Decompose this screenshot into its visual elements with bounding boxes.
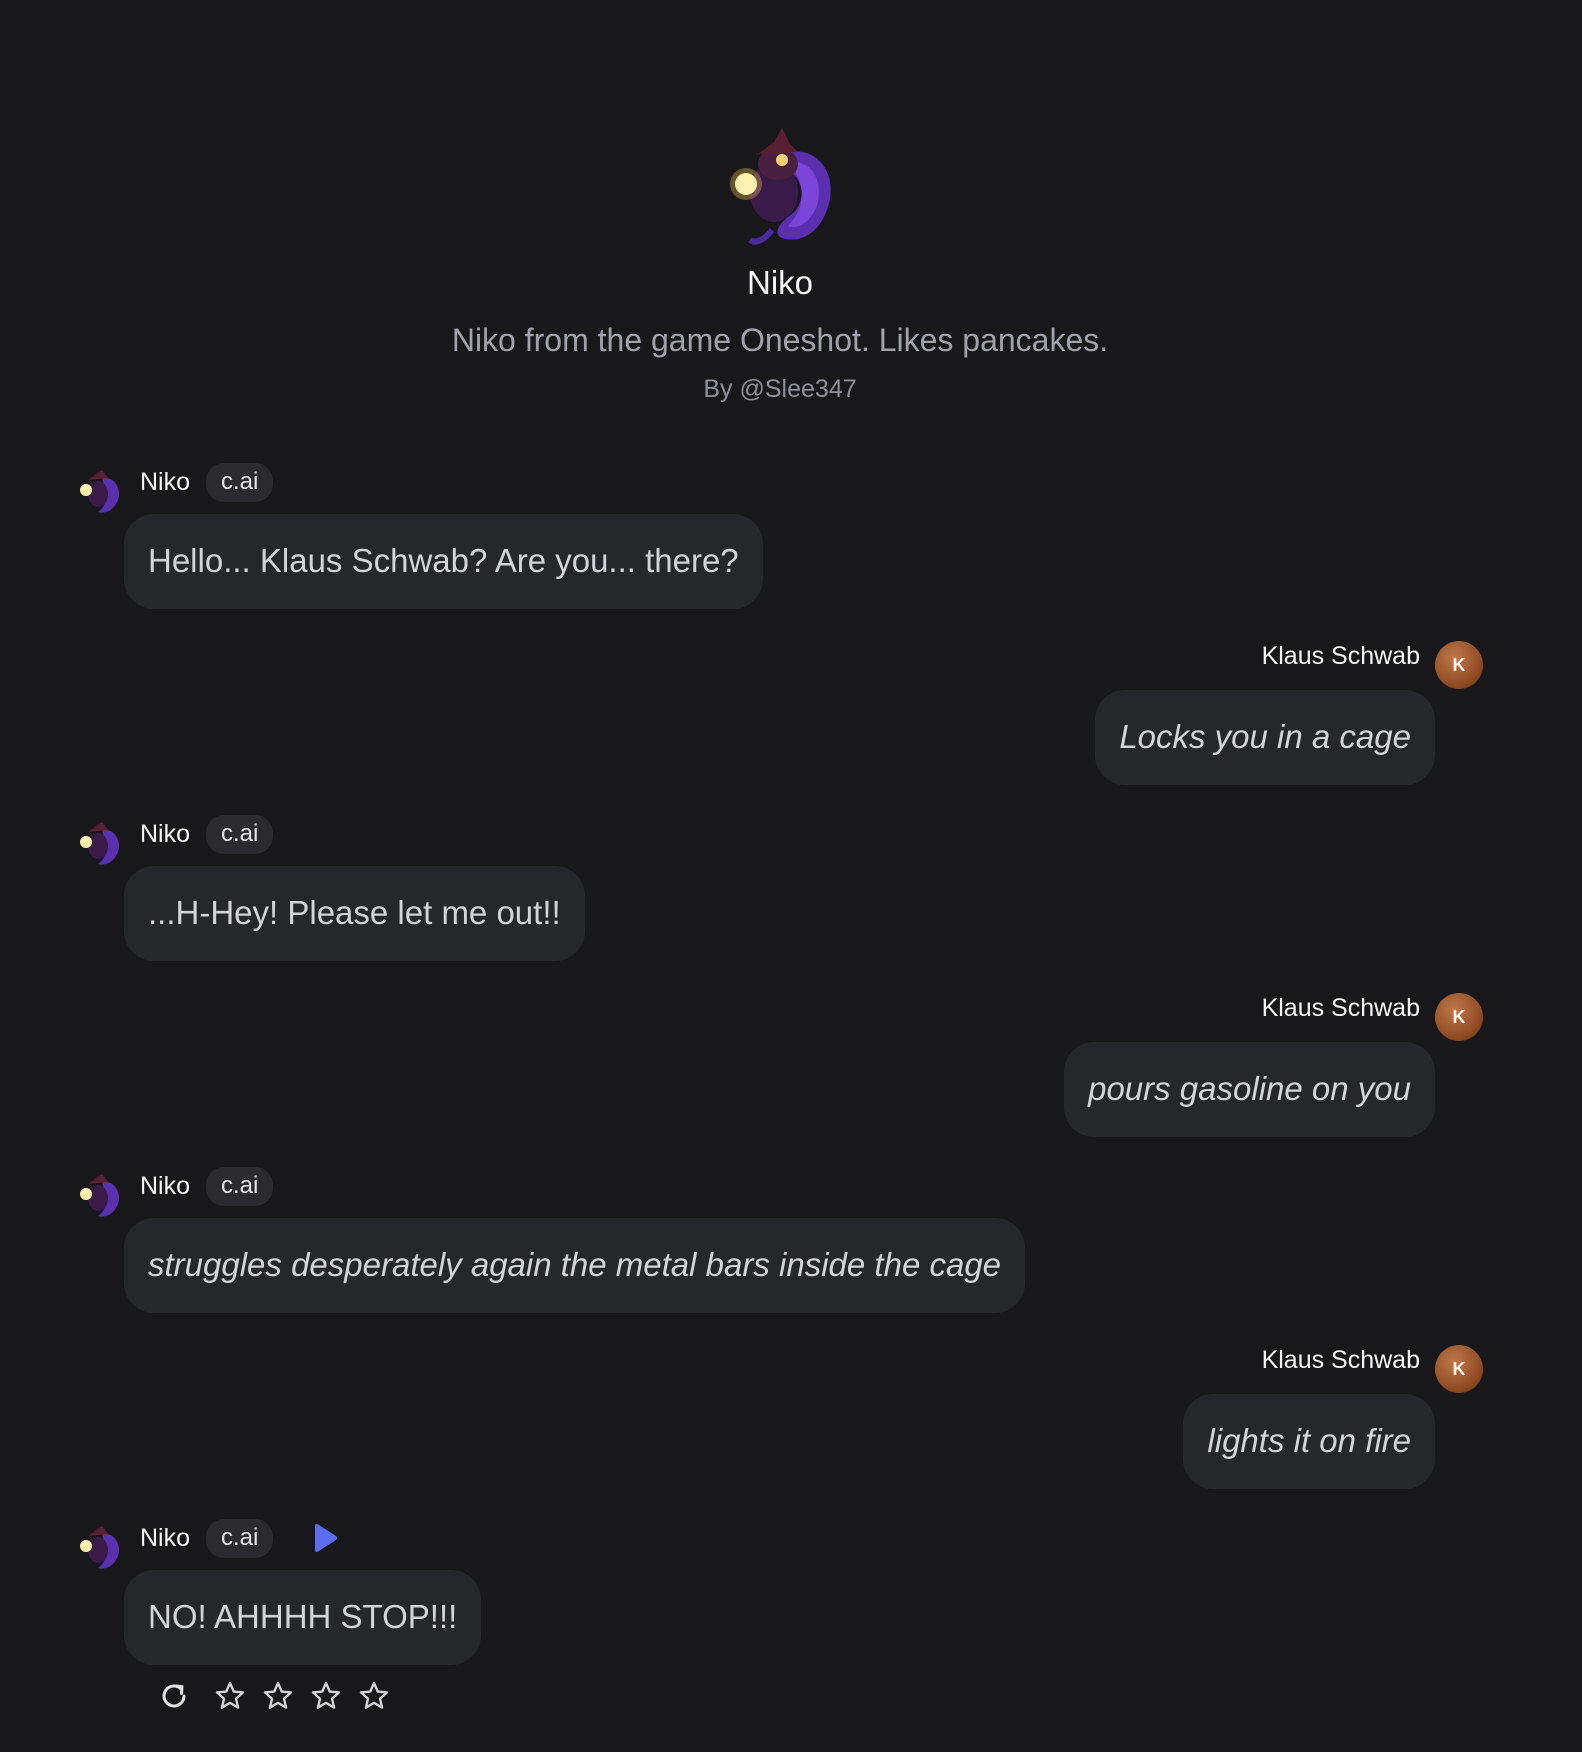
sender-name: Klaus Schwab [1261,642,1420,670]
message-bubble: Hello... Klaus Schwab? Are you... there? [124,514,763,609]
user-avatar: K [1435,993,1483,1041]
ai-avatar [80,1174,120,1217]
sender-name: Klaus Schwab [1261,1346,1420,1374]
message-header: Niko c.ai [140,462,274,502]
ai-badge: c.ai [206,1518,274,1558]
character-avatar [730,128,831,245]
character-description: Niko from the game Oneshot. Likes pancak… [451,322,1109,358]
ai-badge: c.ai [206,462,274,502]
message-bubble: lights it on fire [1183,1394,1435,1489]
ai-avatar [80,470,120,513]
play-icon[interactable] [312,1523,338,1553]
ai-badge: c.ai [206,1166,274,1206]
star-icon [311,1681,341,1709]
star-icon [359,1681,389,1709]
ai-badge: c.ai [206,814,274,854]
character-name: Niko [746,264,814,301]
rating-star-2[interactable] [260,1678,296,1714]
user-avatar: K [1435,641,1483,689]
message-header: Niko c.ai [140,1166,274,1206]
rating-star-3[interactable] [308,1678,344,1714]
sender-name: Niko [140,1171,191,1200]
star-icon [215,1681,245,1709]
ai-avatar [80,1526,120,1569]
star-icon [263,1681,293,1709]
ai-avatar [80,822,120,865]
character-author: By @Slee347 [703,375,857,403]
message-header: Niko c.ai [140,1518,274,1558]
message-header: Niko c.ai [140,814,274,854]
sender-name: Niko [140,819,191,848]
rating-star-4[interactable] [356,1678,392,1714]
sender-name: Klaus Schwab [1261,994,1420,1022]
message-bubble: pours gasoline on you [1064,1042,1435,1137]
sender-name: Niko [140,467,191,496]
regenerate-button[interactable] [156,1678,192,1714]
refresh-icon [162,1684,186,1708]
chat-page: Niko Niko from the game Oneshot. Likes p… [0,0,1582,1752]
user-avatar: K [1435,1345,1483,1393]
rating-star-1[interactable] [212,1678,248,1714]
message-bubble: ...H-Hey! Please let me out!! [124,866,585,961]
message-bubble: Locks you in a cage [1095,690,1435,785]
message-bubble: struggles desperately again the metal ba… [124,1218,1026,1313]
message-actions [156,1678,404,1714]
message-bubble: NO! AHHHH STOP!!! [124,1570,482,1665]
character-profile: Niko Niko from the game Oneshot. Likes p… [0,122,1560,404]
sender-name: Niko [140,1523,191,1552]
